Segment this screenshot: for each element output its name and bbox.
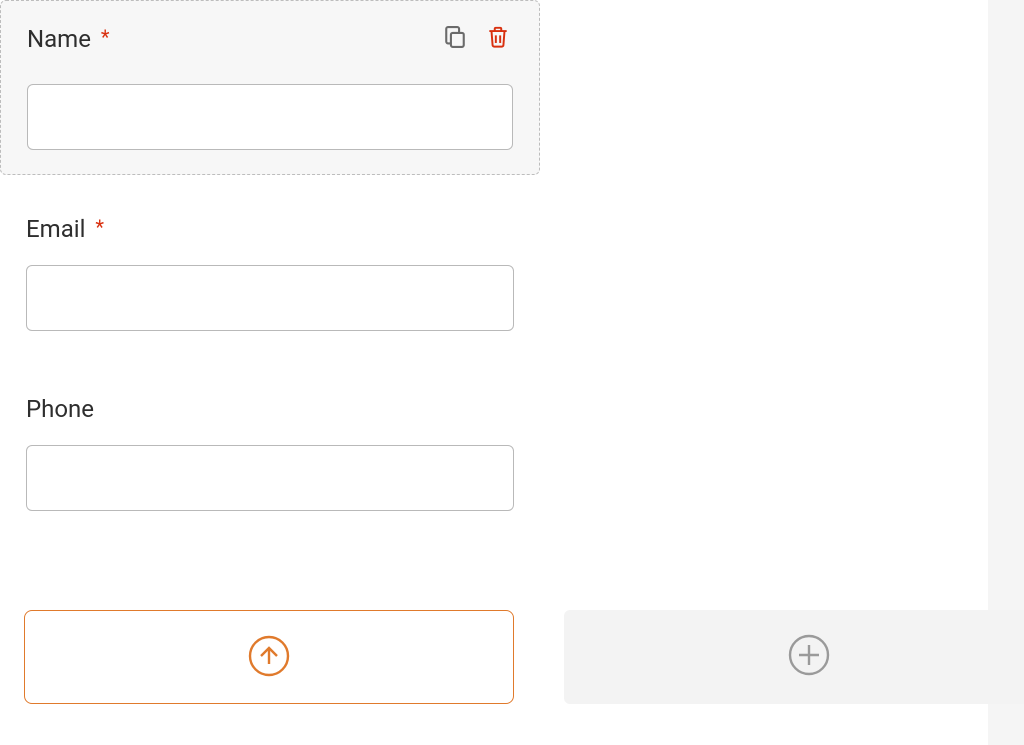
field-label: Name <box>27 25 91 53</box>
required-star: * <box>101 25 110 49</box>
delete-button[interactable] <box>483 22 513 55</box>
bottom-row <box>24 610 1024 704</box>
email-input[interactable] <box>26 265 514 331</box>
field-label: Phone <box>26 395 94 423</box>
field-header: Phone <box>26 395 514 423</box>
field-label: Email <box>26 215 85 243</box>
required-star: * <box>95 215 104 239</box>
name-input[interactable] <box>27 84 513 150</box>
field-label-wrap: Phone <box>26 395 94 423</box>
field-header: Email * <box>26 215 514 243</box>
copy-icon <box>441 23 469 54</box>
field-actions <box>439 21 513 56</box>
field-label-wrap: Email * <box>26 215 104 243</box>
plus-circle-icon <box>787 633 831 681</box>
arrow-up-circle-icon <box>247 634 291 681</box>
trash-icon <box>485 24 511 53</box>
phone-input[interactable] <box>26 445 514 511</box>
submit-button[interactable] <box>24 610 514 704</box>
field-header: Name * <box>27 21 513 56</box>
form-builder-canvas: Name * <box>0 0 540 555</box>
field-block-email[interactable]: Email * <box>0 195 540 355</box>
add-field-button[interactable] <box>564 610 1024 704</box>
field-label-wrap: Name * <box>27 25 110 53</box>
field-block-phone[interactable]: Phone <box>0 375 540 535</box>
field-block-name[interactable]: Name * <box>0 0 540 175</box>
duplicate-button[interactable] <box>439 21 471 56</box>
